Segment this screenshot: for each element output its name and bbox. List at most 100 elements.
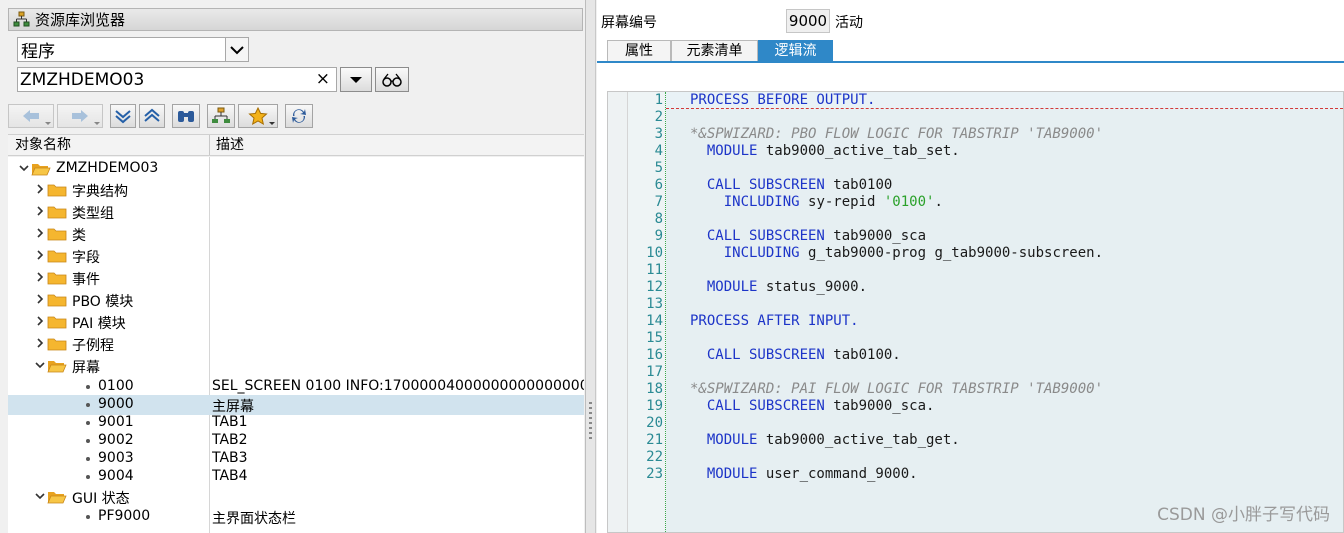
line-number: 11 (646, 262, 663, 278)
chevron-right-icon[interactable] (34, 271, 46, 283)
refresh-button[interactable] (285, 104, 313, 128)
expand-all-button[interactable] (110, 104, 136, 128)
code-line: MODULE user_command_9000. (666, 466, 1343, 483)
tree-folder-item[interactable]: GUI 状态 (8, 487, 584, 507)
tree-item-name: PBO 模块 (72, 294, 134, 310)
bullet-icon (86, 439, 90, 443)
chevron-right-icon[interactable] (34, 183, 46, 195)
code-keyword: CALL SUBSCREEN (690, 177, 834, 193)
repository-browser-title-bar: 资源库浏览器 (8, 8, 583, 31)
splitter-grip-icon[interactable] (589, 402, 592, 442)
collapse-all-button[interactable] (139, 104, 165, 128)
tree-item-name: ZMZHDEMO03 (56, 160, 159, 176)
line-number: 4 (654, 143, 663, 159)
history-dropdown-button[interactable] (340, 67, 372, 92)
code-keyword: MODULE (690, 466, 766, 482)
tree-leaf-item[interactable]: 9002 TAB2 (8, 431, 584, 451)
chevron-right-icon[interactable] (34, 337, 46, 349)
screen-tabs: 属性 元素清单 逻辑流 (607, 40, 833, 62)
column-header-description[interactable]: 描述 (210, 135, 244, 155)
tree-leaf-item[interactable]: 9003 TAB3 (8, 449, 584, 469)
tab-flow-logic[interactable]: 逻辑流 (758, 40, 833, 61)
code-line: MODULE status_9000. (666, 279, 1343, 296)
display-button[interactable] (375, 67, 409, 92)
code-line: ​ (666, 262, 1343, 279)
code-line: CALL SUBSCREEN tab9000_sca. (666, 398, 1343, 415)
chevron-down-icon[interactable] (34, 490, 46, 502)
folder-icon (47, 204, 67, 220)
favorites-button[interactable] (238, 104, 278, 128)
tree-item-name: 0100 (98, 378, 134, 394)
tree-folder-item[interactable]: PBO 模块 (8, 290, 584, 310)
bullet-icon (86, 385, 90, 389)
hierarchy-button[interactable] (207, 104, 235, 128)
screen-number-label: 屏幕编号 (601, 15, 657, 31)
tree-folder-item[interactable]: 子例程 (8, 334, 584, 354)
code-line: INCLUDING g_tab9000-prog g_tab9000-subsc… (666, 245, 1343, 262)
folder-icon (47, 336, 67, 352)
code-identifier: sy-repid (808, 194, 884, 210)
object-type-select[interactable]: 程序 (17, 37, 249, 62)
tree-folder-item[interactable]: 字段 (8, 246, 584, 266)
code-identifier: tab9000_active_tab_set. (765, 143, 960, 159)
chevron-right-icon[interactable] (34, 249, 46, 261)
forward-button[interactable] (57, 104, 103, 128)
tree-folder-item[interactable]: 屏幕 (8, 356, 584, 376)
object-name-input[interactable]: ZMZHDEMO03 × (17, 67, 337, 92)
tree-item-description: TAB1 (212, 414, 248, 430)
bullet-icon (86, 403, 90, 407)
chevron-right-icon[interactable] (34, 293, 46, 305)
tab-attributes[interactable]: 属性 (607, 40, 671, 61)
chevron-right-icon[interactable] (34, 205, 46, 217)
tree-leaf-item[interactable]: 9000 主屏幕 (8, 395, 584, 415)
column-header-object-name[interactable]: 对象名称 (8, 135, 210, 155)
tree-item-name: PF9000 (98, 508, 151, 524)
code-line: ​ (666, 449, 1343, 466)
code-identifier: tab9000_sca (833, 228, 927, 244)
code-identifier: tab9000_active_tab_get. (765, 432, 960, 448)
tree-item-name: 9004 (98, 468, 134, 484)
code-keyword: MODULE (690, 143, 766, 159)
tree-leaf-item[interactable]: 0100 SEL_SCREEN 0100 INFO:170000040000000… (8, 377, 584, 397)
tree-folder-item[interactable]: ZMZHDEMO03 (8, 159, 584, 179)
chevron-right-icon[interactable] (34, 315, 46, 327)
tree-leaf-item[interactable]: 9001 TAB1 (8, 413, 584, 433)
tree-item-description: TAB4 (212, 468, 248, 484)
folder-icon (47, 292, 67, 308)
tree-folder-item[interactable]: 事件 (8, 268, 584, 288)
tree-folder-item[interactable]: PAI 模块 (8, 312, 584, 332)
line-numbers: 1 2 3 4 5 6 7 8 9 10 11 12 13 14 15 16 17 18 19 20 21 22 23 (628, 92, 666, 532)
tree-leaf-item[interactable]: PF9000 主界面状态栏 (8, 507, 584, 527)
line-number: 5 (654, 160, 663, 176)
code-line: MODULE tab9000_active_tab_get. (666, 432, 1343, 449)
chevron-right-icon[interactable] (34, 227, 46, 239)
chevron-down-icon[interactable] (34, 359, 46, 371)
tree-leaf-item[interactable]: 9004 TAB4 (8, 467, 584, 487)
tree-item-name: 字典结构 (72, 184, 128, 200)
screen-status: 活动 (835, 15, 863, 31)
code-area[interactable]: PROCESS BEFORE OUTPUT.​*&SPWIZARD: PBO F… (666, 92, 1343, 532)
clear-icon[interactable]: × (316, 69, 330, 89)
find-button[interactable] (172, 104, 200, 128)
code-line: *&SPWIZARD: PAI FLOW LOGIC FOR TABSTRIP … (666, 381, 1343, 398)
tree-item-name: 9001 (98, 414, 134, 430)
code-keyword: MODULE (690, 432, 766, 448)
collapse-icon (144, 108, 160, 122)
tree-item-name: 9000 (98, 396, 134, 412)
tree-folder-item[interactable]: 类 (8, 224, 584, 244)
panel-splitter[interactable] (586, 0, 596, 533)
tree-item-name: 类 (72, 228, 86, 244)
tree-folder-item[interactable]: 字典结构 (8, 180, 584, 200)
flow-logic-editor[interactable]: 1 2 3 4 5 6 7 8 9 10 11 12 13 14 15 16 17 18 19 20 21 22 23 PR… (607, 91, 1344, 533)
chevron-down-icon[interactable] (18, 162, 30, 174)
line-number: 9 (654, 228, 663, 244)
editor-gutter (608, 92, 628, 532)
tree-item-name: 类型组 (72, 206, 114, 222)
back-button[interactable] (8, 104, 54, 128)
repository-browser-panel: 资源库浏览器 程序 ZMZHDEMO03 × 对象名称 描述 ZMZHDEMO0… (0, 0, 586, 533)
refresh-icon (292, 109, 306, 123)
chevron-down-icon[interactable] (225, 38, 248, 61)
folder-icon (47, 314, 67, 330)
tab-element-list[interactable]: 元素清单 (671, 40, 758, 61)
tree-folder-item[interactable]: 类型组 (8, 202, 584, 222)
